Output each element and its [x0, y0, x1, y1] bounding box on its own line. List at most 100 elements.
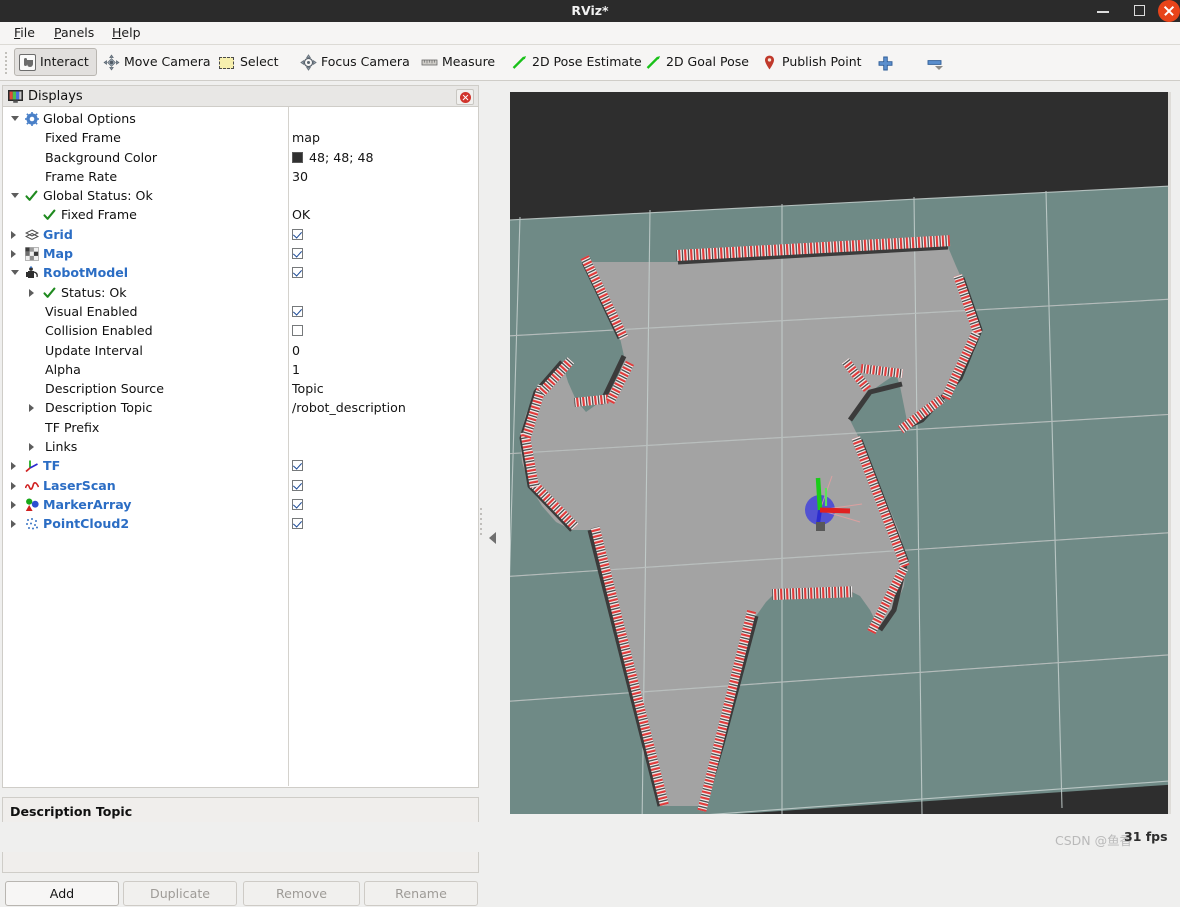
tree-row[interactable]: Update Interval0	[3, 341, 478, 360]
tree-row[interactable]: Fixed FrameOK	[3, 205, 478, 224]
tool-interact[interactable]: Interact	[14, 48, 97, 76]
tree-row-checkbox[interactable]	[292, 325, 303, 336]
displays-tree[interactable]: Global OptionsFixed FramemapBackground C…	[2, 107, 479, 788]
tool-remove-minus[interactable]	[922, 48, 950, 76]
panel-splitter-grip[interactable]	[222, 788, 256, 793]
remove-button[interactable]: Remove	[243, 881, 360, 906]
tree-row-checkbox[interactable]	[292, 499, 303, 510]
check-icon	[43, 286, 57, 300]
expander-right-icon[interactable]	[29, 289, 34, 297]
displays-icon	[8, 90, 23, 103]
tree-row[interactable]: Collision Enabled	[3, 321, 478, 340]
displays-panel-close-button[interactable]	[456, 89, 474, 105]
toolbar-grip[interactable]	[4, 50, 9, 75]
tool-publish-point[interactable]: Publish Point	[757, 48, 869, 76]
tree-row-label: TF	[43, 456, 60, 475]
tree-row-value[interactable]: OK	[292, 205, 310, 224]
splitter-collapse-arrow-icon[interactable]	[489, 532, 496, 544]
add-button[interactable]: Add	[5, 881, 119, 906]
menu-help[interactable]: Help	[104, 22, 149, 44]
tree-row-checkbox[interactable]	[292, 229, 303, 240]
expander-down-icon[interactable]	[11, 270, 19, 275]
tree-row[interactable]: RobotModel	[3, 263, 478, 282]
tool-2d-goal-pose[interactable]: 2D Goal Pose	[641, 48, 756, 76]
tree-row-label: Visual Enabled	[45, 302, 138, 321]
tree-row[interactable]: Map	[3, 244, 478, 263]
tree-row-value[interactable]: 1	[292, 360, 300, 379]
tree-row[interactable]: Description Source Topic	[3, 379, 478, 398]
tree-row[interactable]: Description Topic/robot_description	[3, 398, 478, 417]
maximize-button[interactable]	[1124, 0, 1154, 22]
tool-2d-pose-estimate[interactable]: 2D Pose Estimate	[507, 48, 649, 76]
tool-focus-camera[interactable]: Focus Camera	[296, 48, 417, 76]
tree-row-checkbox[interactable]	[292, 306, 303, 317]
tool-measure[interactable]: Measure	[417, 48, 502, 76]
tool-focus-camera-label: Focus Camera	[321, 48, 410, 76]
tree-row-value[interactable]: /robot_description	[292, 398, 406, 417]
expander-right-icon[interactable]	[29, 443, 34, 451]
displays-panel: Displays Global OptionsFixed FramemapBac…	[0, 85, 479, 795]
tool-add-plus[interactable]	[873, 48, 901, 76]
expander-right-icon[interactable]	[11, 520, 16, 528]
panel-button-row: Add Duplicate Remove Rename	[2, 881, 479, 907]
main-splitter[interactable]	[479, 85, 510, 852]
watermark: CSDN @鱼香	[1055, 830, 1132, 849]
tree-row-checkbox[interactable]	[292, 480, 303, 491]
menu-panels[interactable]: Panels	[46, 22, 102, 44]
tree-row[interactable]: Frame Rate30	[3, 167, 478, 186]
tree-row-value[interactable]: map	[292, 128, 320, 147]
tool-select[interactable]: Select	[215, 48, 286, 76]
tree-row[interactable]: Alpha 1	[3, 360, 478, 379]
rename-button[interactable]: Rename	[364, 881, 478, 906]
render-viewport[interactable]	[510, 92, 1170, 814]
tool-measure-label: Measure	[442, 48, 495, 76]
tree-row[interactable]: TF	[3, 456, 478, 475]
tree-row-label: MarkerArray	[43, 495, 132, 514]
tree-row-value[interactable]: 30	[292, 167, 308, 186]
tree-row[interactable]: MarkerArray	[3, 495, 478, 514]
tree-row[interactable]: Status: Ok	[3, 283, 478, 302]
tree-row-checkbox[interactable]	[292, 518, 303, 529]
tree-row-checkbox[interactable]	[292, 267, 303, 278]
minimize-button[interactable]	[1088, 0, 1118, 22]
tree-row[interactable]: Visual Enabled	[3, 302, 478, 321]
tool-publish-point-label: Publish Point	[782, 48, 862, 76]
expander-right-icon[interactable]	[11, 482, 16, 490]
expander-down-icon[interactable]	[11, 193, 19, 198]
tree-row[interactable]: Global Options	[3, 109, 478, 128]
tree-row[interactable]: Global Status: Ok	[3, 186, 478, 205]
close-button[interactable]	[1158, 0, 1180, 22]
tree-row-value[interactable]: 0	[292, 341, 300, 360]
pointcloud2-icon	[25, 517, 39, 531]
tree-row[interactable]: Background Color48; 48; 48	[3, 148, 478, 167]
expander-right-icon[interactable]	[11, 250, 16, 258]
toolbar-overflow-arrow[interactable]	[935, 66, 943, 70]
tree-row[interactable]: Links	[3, 437, 478, 456]
menu-file[interactable]: File	[6, 22, 43, 44]
tool-move-camera-label: Move Camera	[124, 48, 211, 76]
tree-row-value[interactable]: Topic	[292, 379, 324, 398]
tree-row-checkbox[interactable]	[292, 248, 303, 259]
expander-down-icon[interactable]	[11, 116, 19, 121]
expander-right-icon[interactable]	[11, 231, 16, 239]
tree-row-label: RobotModel	[43, 263, 128, 282]
tf-icon	[25, 459, 39, 473]
tree-row-label: Description Source	[45, 379, 164, 398]
tool-move-camera[interactable]: Move Camera	[99, 48, 218, 76]
tree-row[interactable]: Fixed Framemap	[3, 128, 478, 147]
tree-row[interactable]: Grid	[3, 225, 478, 244]
tool-bar: Interact Move Camera	[0, 45, 1180, 81]
duplicate-button[interactable]: Duplicate	[123, 881, 237, 906]
tree-row[interactable]: PointCloud2	[3, 514, 478, 533]
color-swatch[interactable]	[292, 152, 303, 163]
tree-row[interactable]: TF Prefix	[3, 418, 478, 437]
displays-panel-header: Displays	[2, 85, 479, 107]
tree-row-value[interactable]: 48; 48; 48	[309, 148, 374, 167]
tree-row-label: Alpha	[45, 360, 81, 379]
tree-row[interactable]: LaserScan	[3, 476, 478, 495]
tree-row-checkbox[interactable]	[292, 460, 303, 471]
expander-right-icon[interactable]	[11, 501, 16, 509]
expander-right-icon[interactable]	[11, 462, 16, 470]
tree-row-label: TF Prefix	[45, 418, 99, 437]
expander-right-icon[interactable]	[29, 404, 34, 412]
